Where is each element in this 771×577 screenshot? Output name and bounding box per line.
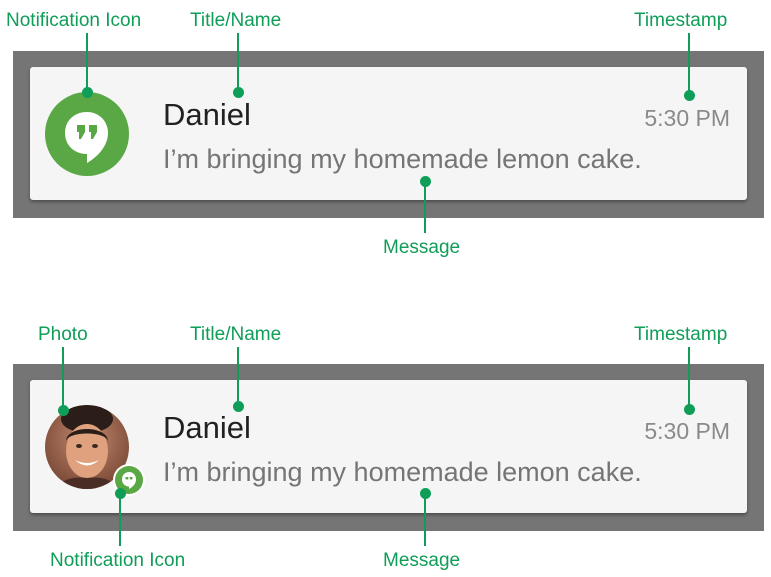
leader-dot: [82, 87, 93, 98]
label-title-name: Title/Name: [190, 324, 282, 345]
leader-dot: [684, 90, 695, 101]
leader-line: [237, 33, 239, 92]
notification-card[interactable]: Daniel 5:30 PM I’m bringing my homemade …: [30, 67, 747, 200]
label-photo: Photo: [38, 324, 88, 345]
notification-title: Daniel: [163, 97, 251, 132]
notification-message: I’m bringing my homemade lemon cake.: [163, 144, 642, 174]
label-title-name: Title/Name: [190, 10, 282, 31]
notification-app-icon: [45, 92, 129, 176]
notification-message: I’m bringing my homemade lemon cake.: [163, 457, 642, 487]
leader-dot: [115, 488, 126, 499]
leader-dot: [684, 404, 695, 415]
leader-line: [62, 347, 64, 410]
notification-card[interactable]: Daniel 5:30 PM I’m bringing my homemade …: [30, 380, 747, 513]
leader-line: [688, 33, 690, 95]
notification-timestamp: 5:30 PM: [644, 418, 730, 444]
label-timestamp: Timestamp: [634, 324, 728, 345]
leader-dot: [420, 488, 431, 499]
notification-timestamp: 5:30 PM: [644, 105, 730, 131]
label-timestamp: Timestamp: [634, 10, 728, 31]
leader-dot: [233, 401, 244, 412]
leader-dot: [58, 405, 69, 416]
leader-line: [86, 33, 88, 92]
leader-dot: [233, 87, 244, 98]
label-notification-icon: Notification Icon: [6, 10, 142, 31]
hangouts-quote-icon: [65, 112, 108, 163]
leader-line: [424, 495, 426, 546]
leader-line: [237, 347, 239, 406]
leader-dot: [420, 176, 431, 187]
label-message: Message: [383, 550, 461, 571]
label-message: Message: [383, 237, 461, 258]
leader-line: [119, 495, 121, 546]
notification-title: Daniel: [163, 410, 251, 445]
leader-line: [688, 347, 690, 409]
leader-line: [424, 181, 426, 233]
label-notification-icon: Notification Icon: [50, 550, 186, 571]
